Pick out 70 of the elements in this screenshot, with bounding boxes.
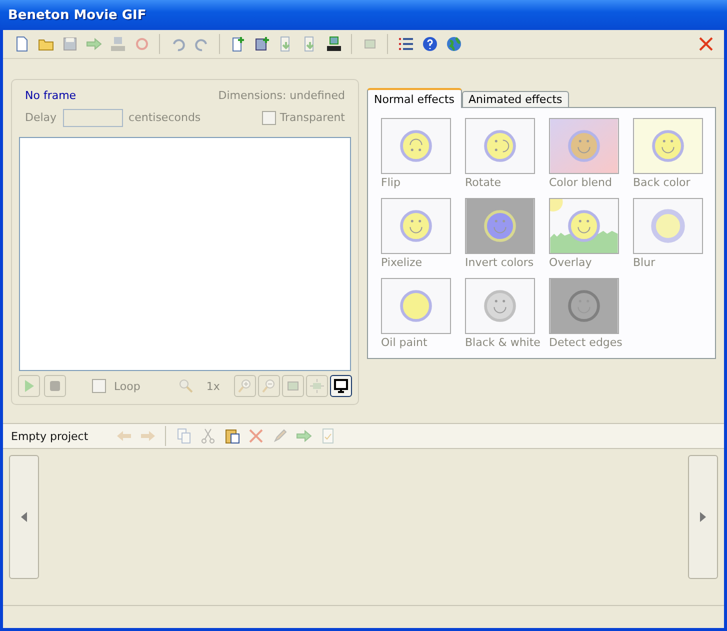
arrow-right-icon: [140, 428, 156, 444]
document-icon: [14, 36, 30, 52]
delay-label: Delay: [25, 111, 57, 124]
effect-label: Flip: [381, 176, 400, 189]
effect-label: Invert colors: [465, 256, 534, 269]
effect-tile[interactable]: Flip: [381, 118, 465, 192]
zoom-label: 1x: [206, 380, 220, 393]
effect-tile[interactable]: Invert colors: [465, 198, 549, 272]
screen-button[interactable]: [330, 375, 352, 398]
dimensions-label: Dimensions: undefined: [218, 89, 345, 102]
copy-icon: [176, 428, 192, 444]
reload-icon: [134, 36, 150, 52]
floppy-icon: [62, 36, 78, 52]
scroll-left-button[interactable]: [9, 455, 39, 579]
effect-label: Blur: [633, 256, 656, 269]
clipboard-icon: [224, 428, 240, 444]
effect-tile[interactable]: Pixelize: [381, 198, 465, 272]
effect-tile[interactable]: Oil paint: [381, 278, 465, 352]
center-icon: [309, 378, 325, 394]
project-title: Empty project: [11, 430, 88, 442]
effect-label: Back color: [633, 176, 690, 189]
zoom-out-icon: [261, 378, 277, 394]
effect-tile[interactable]: Color blend: [549, 118, 633, 192]
transparent-checkbox[interactable]: [262, 110, 276, 125]
redo-icon: [194, 36, 210, 52]
close-icon: [698, 36, 714, 52]
effect-label: Color blend: [549, 176, 612, 189]
arrow-right-icon: [296, 428, 312, 444]
left-arrow-icon: [21, 512, 27, 522]
effect-tile[interactable]: Black & white: [465, 278, 549, 352]
magnifier-icon: [178, 378, 194, 394]
loop-checkbox[interactable]: [92, 379, 106, 394]
pencil-icon: [272, 428, 288, 444]
zoom-in-icon: [237, 378, 253, 394]
effect-label: Black & white: [465, 336, 540, 349]
effect-tile[interactable]: Rotate: [465, 118, 549, 192]
fit-button[interactable]: [282, 375, 304, 398]
effect-tile[interactable]: Back color: [633, 118, 717, 192]
scroll-right-button[interactable]: [688, 455, 718, 579]
effect-label: Oil paint: [381, 336, 428, 349]
loop-label: Loop: [114, 380, 140, 393]
effects-tab[interactable]: Animated effects: [462, 91, 570, 108]
zoom-in-button[interactable]: [234, 375, 256, 398]
floppy-number-icon: [110, 36, 126, 52]
right-arrow-icon: [700, 512, 706, 522]
help-icon: [422, 36, 438, 52]
frame-label: No frame: [25, 89, 76, 102]
checked-document-icon: [320, 428, 336, 444]
unit-label: centiseconds: [128, 111, 201, 124]
transparent-label: Transparent: [280, 111, 345, 124]
delete-icon: [248, 428, 264, 444]
list-icon: [398, 36, 414, 52]
image-number-icon: [326, 36, 342, 52]
arrow-right-icon: [86, 36, 102, 52]
effect-tile[interactable]: Detect edges: [549, 278, 633, 352]
window-title: Beneton Movie GIF: [8, 8, 146, 22]
arrow-left-icon: [116, 428, 132, 444]
effect-tile[interactable]: Overlay: [549, 198, 633, 272]
globe-icon: [446, 36, 462, 52]
effects-tab[interactable]: Normal effects: [367, 88, 462, 108]
effect-label: Detect edges: [549, 336, 622, 349]
effect-label: Rotate: [465, 176, 502, 189]
zoom-out-button[interactable]: [258, 375, 280, 398]
effect-label: Overlay: [549, 256, 592, 269]
scissors-icon: [200, 428, 216, 444]
add-image-icon: [254, 36, 270, 52]
monitor-icon: [333, 378, 349, 394]
effect-tile[interactable]: Blur: [633, 198, 717, 272]
effect-label: Pixelize: [381, 256, 422, 269]
add-document-icon: [230, 36, 246, 52]
